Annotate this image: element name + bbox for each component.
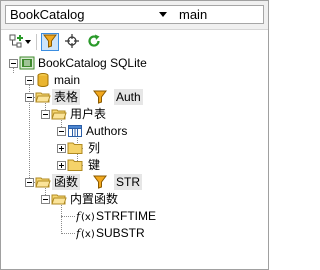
function-icon: f (x) xyxy=(75,225,95,241)
tree-node-function[interactable]: f (x) STRFTIME xyxy=(1,208,268,225)
collapse-toggle[interactable] xyxy=(25,93,34,102)
database-name: BookCatalog xyxy=(38,56,107,70)
folder-open-icon xyxy=(35,174,51,190)
filter-button[interactable] xyxy=(41,33,59,51)
toolbar xyxy=(1,30,268,54)
folder-icon xyxy=(67,140,83,156)
table-name: Authors xyxy=(86,124,128,138)
filter-icon xyxy=(93,175,107,189)
expand-toggle[interactable] xyxy=(57,144,66,153)
schema-selector[interactable]: main xyxy=(159,5,264,24)
database-explorer-panel: BookCatalog main BookCatalog SQLite main… xyxy=(0,0,269,270)
schema-database-icon xyxy=(35,72,51,88)
database-selector[interactable]: BookCatalog xyxy=(5,5,175,24)
refresh-icon xyxy=(87,34,101,51)
object-tree: BookCatalog SQLite main 表格 Auth 用户表 Auth… xyxy=(1,54,268,269)
sqlite-database-icon xyxy=(19,55,35,71)
filter-icon xyxy=(93,90,107,104)
locate-button[interactable] xyxy=(63,33,81,51)
tables-folder-label: 表格 xyxy=(52,89,81,105)
keys-folder-label: 键 xyxy=(88,158,101,172)
tree-node-tables-folder[interactable]: 表格 Auth xyxy=(1,89,268,106)
builtin-functions-label: 内置函数 xyxy=(70,192,119,206)
folder-open-icon xyxy=(51,106,67,122)
collapse-toggle[interactable] xyxy=(41,195,50,204)
tree-node-function[interactable]: f (x) SUBSTR xyxy=(1,225,268,242)
collapse-toggle[interactable] xyxy=(41,110,50,119)
folder-open-icon xyxy=(51,191,67,207)
tree-node-user-tables[interactable]: 用户表 xyxy=(1,106,268,123)
folder-icon xyxy=(67,157,83,173)
function-icon: f (x) xyxy=(75,208,95,224)
user-tables-label: 用户表 xyxy=(70,107,107,121)
crosshair-icon xyxy=(65,33,79,51)
add-object-icon xyxy=(8,33,24,52)
add-object-dropdown[interactable] xyxy=(23,33,33,51)
expand-toggle[interactable] xyxy=(57,161,66,170)
columns-folder-label: 列 xyxy=(88,141,101,155)
filter-icon xyxy=(43,34,57,51)
collapse-toggle[interactable] xyxy=(25,76,34,85)
function-name: SUBSTR xyxy=(96,226,145,240)
svg-text:(x): (x) xyxy=(81,212,94,223)
tree-node-schema[interactable]: main xyxy=(1,72,268,89)
svg-text:(x): (x) xyxy=(81,229,94,240)
collapse-toggle[interactable] xyxy=(25,178,34,187)
refresh-button[interactable] xyxy=(85,33,103,51)
chevron-down-icon[interactable] xyxy=(156,7,170,22)
tree-node-database[interactable]: BookCatalog SQLite xyxy=(1,55,268,72)
tree-node-table-authors[interactable]: Authors xyxy=(1,123,268,140)
tree-node-keys[interactable]: 键 xyxy=(1,157,268,174)
collapse-toggle[interactable] xyxy=(9,59,18,68)
functions-filter-text[interactable]: STR xyxy=(114,174,142,190)
functions-folder-label: 函数 xyxy=(52,174,81,190)
database-selector-value: BookCatalog xyxy=(10,7,85,22)
tree-node-columns[interactable]: 列 xyxy=(1,140,268,157)
function-name: STRFTIME xyxy=(96,209,156,223)
selector-bar: BookCatalog main xyxy=(1,1,268,30)
tables-filter-text[interactable]: Auth xyxy=(114,89,143,105)
folder-open-icon xyxy=(35,89,51,105)
schema-selector-value: main xyxy=(179,7,208,22)
collapse-toggle[interactable] xyxy=(57,127,66,136)
database-type: SQLite xyxy=(110,56,147,70)
table-icon xyxy=(67,123,83,139)
schema-name: main xyxy=(54,73,81,87)
tree-node-builtin-functions[interactable]: 内置函数 xyxy=(1,191,268,208)
tree-node-functions-folder[interactable]: 函数 STR xyxy=(1,174,268,191)
